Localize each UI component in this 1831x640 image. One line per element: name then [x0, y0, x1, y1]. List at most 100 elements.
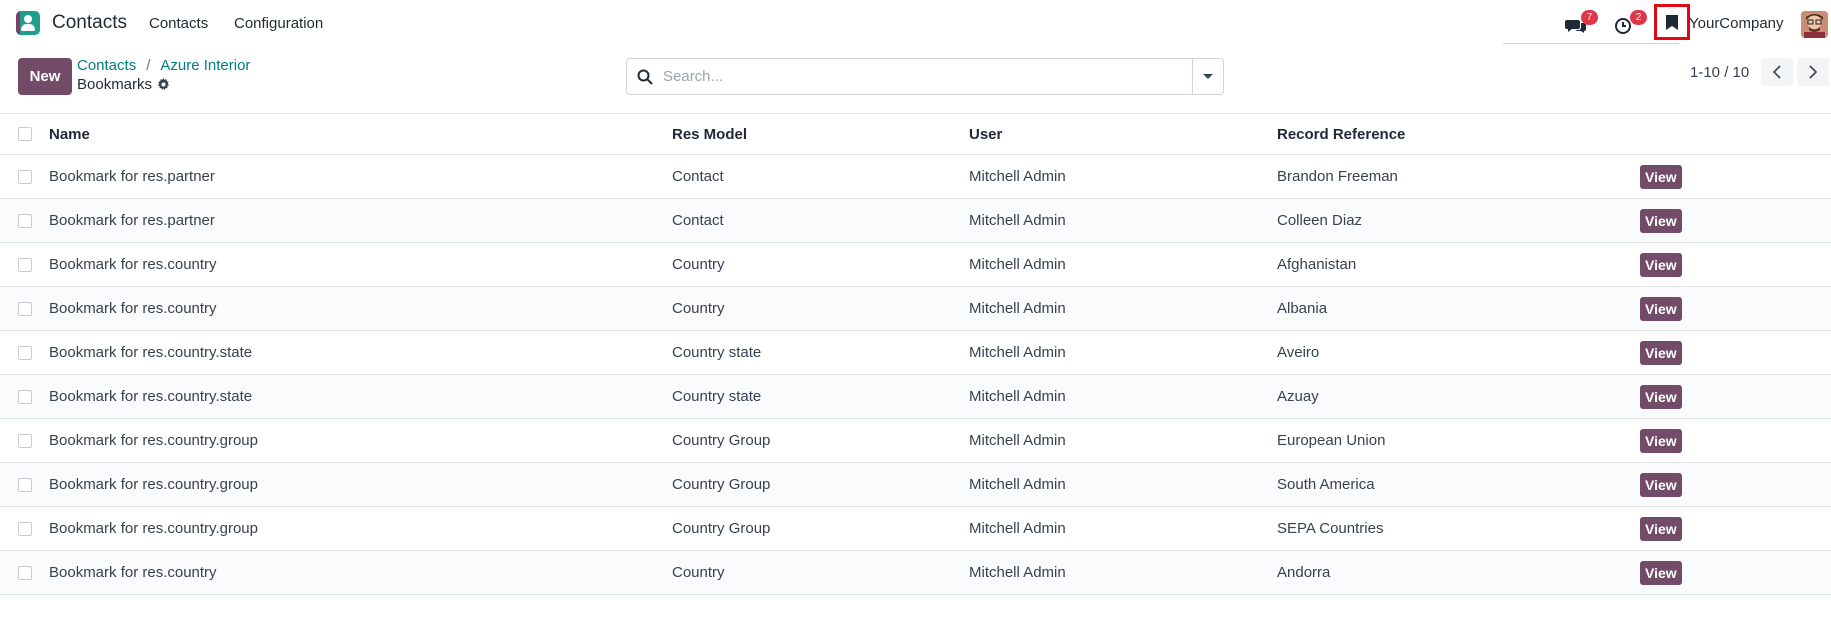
- column-header-user[interactable]: User: [969, 126, 1277, 143]
- cell-res-model: Country state: [672, 344, 762, 361]
- row-checkbox[interactable]: [18, 433, 32, 448]
- view-button[interactable]: View: [1640, 164, 1682, 189]
- row-checkbox[interactable]: [18, 345, 32, 360]
- cell-record-reference: Albania: [1277, 300, 1328, 317]
- cell-user: Mitchell Admin: [969, 564, 1066, 581]
- breadcrumb-separator: /: [146, 57, 151, 74]
- activities-badge: 2: [1630, 10, 1647, 25]
- row-checkbox[interactable]: [18, 565, 32, 580]
- view-button[interactable]: View: [1640, 428, 1682, 453]
- bookmark-icon: [1666, 14, 1678, 30]
- table-row[interactable]: Bookmark for res.country.group Country G…: [0, 419, 1831, 463]
- view-button[interactable]: View: [1640, 516, 1682, 541]
- cell-name: Bookmark for res.country: [49, 256, 217, 273]
- menu-configuration[interactable]: Configuration: [234, 15, 323, 32]
- table-row[interactable]: Bookmark for res.country.group Country G…: [0, 507, 1831, 551]
- cell-record-reference: Afghanistan: [1277, 256, 1357, 273]
- app-title[interactable]: Contacts: [52, 12, 127, 34]
- cell-name: Bookmark for res.country: [49, 300, 217, 317]
- breadcrumb-azure-interior[interactable]: Azure Interior: [160, 57, 250, 74]
- breadcrumb-contacts[interactable]: Contacts: [77, 57, 136, 74]
- cell-res-model: Country Group: [672, 432, 771, 449]
- view-button[interactable]: View: [1640, 252, 1682, 277]
- table-row[interactable]: Bookmark for res.country.state Country s…: [0, 331, 1831, 375]
- view-button[interactable]: View: [1640, 340, 1682, 365]
- table-row[interactable]: Bookmark for res.partner Contact Mitchel…: [0, 199, 1831, 243]
- cell-name: Bookmark for res.country.state: [49, 388, 253, 405]
- cell-record-reference: Colleen Diaz: [1277, 212, 1363, 229]
- cell-user: Mitchell Admin: [969, 388, 1066, 405]
- cell-res-model: Country: [672, 300, 725, 317]
- row-checkbox[interactable]: [18, 477, 32, 492]
- view-button[interactable]: View: [1640, 296, 1682, 321]
- top-navbar: Contacts Contacts Configuration 7 2 Your…: [0, 0, 1831, 47]
- pager-previous-button[interactable]: [1761, 58, 1793, 86]
- table-row[interactable]: Bookmark for res.country.group Country G…: [0, 463, 1831, 507]
- cell-record-reference: SEPA Countries: [1277, 520, 1384, 537]
- dropdown-edge: [1503, 43, 1679, 44]
- pager-value[interactable]: 1-10 / 10: [1690, 64, 1749, 81]
- table-row[interactable]: Bookmark for res.country Country Mitchel…: [0, 243, 1831, 287]
- cell-user: Mitchell Admin: [969, 476, 1066, 493]
- cell-name: Bookmark for res.country.group: [49, 476, 258, 493]
- new-button[interactable]: New: [18, 58, 72, 95]
- cell-res-model: Contact: [672, 212, 724, 229]
- view-button[interactable]: View: [1640, 472, 1682, 497]
- column-header-record-reference[interactable]: Record Reference: [1277, 126, 1640, 143]
- cell-user: Mitchell Admin: [969, 300, 1066, 317]
- row-checkbox[interactable]: [18, 169, 32, 184]
- menu-contacts[interactable]: Contacts: [149, 15, 208, 32]
- view-button[interactable]: View: [1640, 384, 1682, 409]
- cell-user: Mitchell Admin: [969, 344, 1066, 361]
- company-switcher[interactable]: YourCompany: [1689, 15, 1784, 32]
- cell-user: Mitchell Admin: [969, 432, 1066, 449]
- pager-next-button[interactable]: [1797, 58, 1829, 86]
- table-row[interactable]: Bookmark for res.partner Contact Mitchel…: [0, 155, 1831, 199]
- cell-user: Mitchell Admin: [969, 168, 1066, 185]
- bookmarks-list: Name Res Model User Record Reference Boo…: [0, 113, 1831, 595]
- row-checkbox[interactable]: [18, 521, 32, 536]
- cell-record-reference: South America: [1277, 476, 1375, 493]
- view-button[interactable]: View: [1640, 208, 1682, 233]
- cell-user: Mitchell Admin: [969, 212, 1066, 229]
- table-header: Name Res Model User Record Reference: [0, 113, 1831, 155]
- page-title-text: Bookmarks: [77, 76, 153, 93]
- row-checkbox[interactable]: [18, 301, 32, 316]
- user-avatar[interactable]: [1801, 11, 1828, 38]
- select-all-checkbox[interactable]: [18, 127, 32, 141]
- cell-res-model: Country: [672, 564, 725, 581]
- search-options-toggle[interactable]: [1192, 59, 1223, 94]
- cell-name: Bookmark for res.country.group: [49, 520, 258, 537]
- caret-down-icon: [1203, 74, 1213, 79]
- gear-icon[interactable]: [157, 78, 170, 91]
- row-checkbox[interactable]: [18, 213, 32, 228]
- table-row[interactable]: Bookmark for res.country Country Mitchel…: [0, 287, 1831, 331]
- row-checkbox[interactable]: [18, 389, 32, 404]
- bookmark-button[interactable]: [1654, 4, 1690, 40]
- activities-button[interactable]: 2: [1614, 10, 1647, 36]
- cell-res-model: Country Group: [672, 520, 771, 537]
- search-icon: [627, 59, 663, 94]
- cell-user: Mitchell Admin: [969, 256, 1066, 273]
- cell-record-reference: Brandon Freeman: [1277, 168, 1398, 185]
- table-row[interactable]: Bookmark for res.country.state Country s…: [0, 375, 1831, 419]
- table-row[interactable]: Bookmark for res.country Country Mitchel…: [0, 551, 1831, 595]
- cell-res-model: Country Group: [672, 476, 771, 493]
- cell-res-model: Country state: [672, 388, 762, 405]
- column-header-name[interactable]: Name: [49, 126, 672, 143]
- cell-name: Bookmark for res.country.state: [49, 344, 253, 361]
- search-input[interactable]: [663, 60, 1192, 93]
- contacts-app-icon[interactable]: [16, 11, 40, 35]
- messages-button[interactable]: 7: [1565, 10, 1598, 36]
- cell-res-model: Contact: [672, 168, 724, 185]
- cell-name: Bookmark for res.country: [49, 564, 217, 581]
- row-checkbox[interactable]: [18, 257, 32, 272]
- view-button[interactable]: View: [1640, 560, 1682, 585]
- cell-record-reference: Andorra: [1277, 564, 1331, 581]
- cell-name: Bookmark for res.partner: [49, 168, 215, 185]
- cell-name: Bookmark for res.country.group: [49, 432, 258, 449]
- column-header-res-model[interactable]: Res Model: [672, 126, 969, 143]
- search-bar: [626, 58, 1224, 95]
- cell-record-reference: Aveiro: [1277, 344, 1320, 361]
- page-title: Bookmarks: [77, 76, 170, 93]
